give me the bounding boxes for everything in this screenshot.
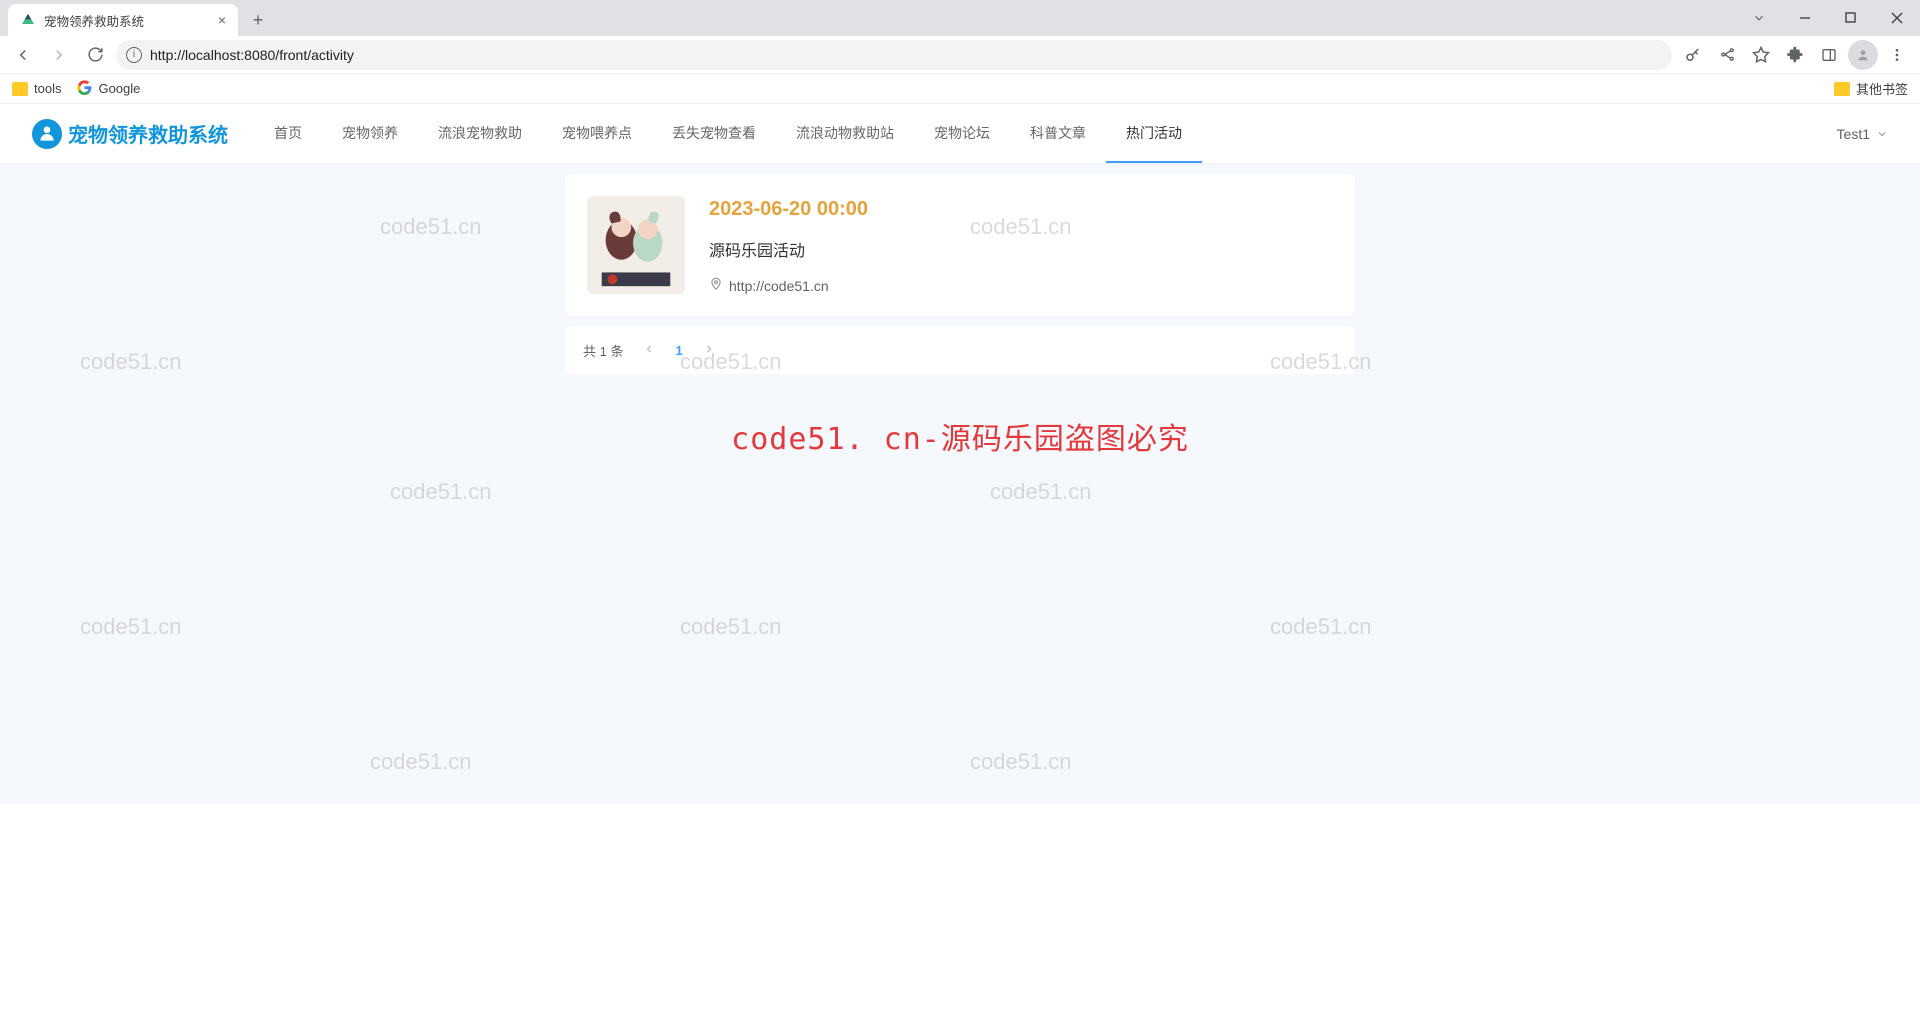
window-minimize-icon[interactable] <box>1782 2 1828 34</box>
activity-date: 2023-06-20 00:00 <box>709 198 1333 221</box>
bookmark-star-icon[interactable] <box>1746 40 1776 70</box>
nav-home[interactable]: 首页 <box>254 104 322 163</box>
main-nav: 首页 宠物领养 流浪宠物救助 宠物喂养点 丢失宠物查看 流浪动物救助站 宠物论坛… <box>254 104 1202 163</box>
password-key-icon[interactable] <box>1678 40 1708 70</box>
sidepanel-icon[interactable] <box>1814 40 1844 70</box>
pagination: 共 1 条 1 <box>565 326 1355 374</box>
nav-reload-icon[interactable] <box>80 40 110 70</box>
user-dropdown[interactable]: Test1 <box>1837 126 1888 142</box>
folder-icon <box>1834 82 1850 96</box>
tab-close-icon[interactable]: × <box>218 12 226 28</box>
nav-article[interactable]: 科普文章 <box>1010 104 1106 163</box>
logo-text: 宠物领养救助系统 <box>68 119 228 148</box>
activity-title: 源码乐园活动 <box>709 237 1333 261</box>
extensions-icon[interactable] <box>1780 40 1810 70</box>
site-header: 宠物领养救助系统 首页 宠物领养 流浪宠物救助 宠物喂养点 丢失宠物查看 流浪动… <box>0 104 1920 164</box>
tab-search-icon[interactable] <box>1736 2 1782 34</box>
bookmark-google[interactable]: Google <box>77 80 140 98</box>
activity-thumbnail <box>587 196 685 294</box>
location-pin-icon <box>709 277 723 294</box>
pagination-page-1[interactable]: 1 <box>675 343 682 358</box>
tab-title: 宠物领养救助系统 <box>44 11 144 30</box>
nav-feed-spot[interactable]: 宠物喂养点 <box>542 104 652 163</box>
logo-icon <box>32 119 62 149</box>
user-name: Test1 <box>1837 126 1870 142</box>
profile-avatar[interactable] <box>1848 40 1878 70</box>
site-info-icon[interactable]: i <box>126 47 142 63</box>
window-close-icon[interactable] <box>1874 2 1920 34</box>
google-icon <box>77 80 92 98</box>
nav-lost[interactable]: 丢失宠物查看 <box>652 104 776 163</box>
chrome-menu-icon[interactable] <box>1882 40 1912 70</box>
site-logo[interactable]: 宠物领养救助系统 <box>32 119 228 149</box>
pagination-prev[interactable] <box>637 343 661 358</box>
bookmark-other[interactable]: 其他书签 <box>1834 79 1908 98</box>
url-bar[interactable]: i http://localhost:8080/front/activity <box>116 40 1672 70</box>
url-text: http://localhost:8080/front/activity <box>150 47 354 63</box>
bookmark-tools[interactable]: tools <box>12 81 61 96</box>
window-maximize-icon[interactable] <box>1828 2 1874 34</box>
activity-card[interactable]: 2023-06-20 00:00 源码乐园活动 http://code51.cn <box>565 174 1355 316</box>
nav-forum[interactable]: 宠物论坛 <box>914 104 1010 163</box>
nav-back-icon[interactable] <box>8 40 38 70</box>
new-tab-button[interactable]: + <box>244 6 272 34</box>
nav-adopt[interactable]: 宠物领养 <box>322 104 418 163</box>
chevron-down-icon <box>1876 128 1888 140</box>
nav-rescue[interactable]: 流浪宠物救助 <box>418 104 542 163</box>
nav-station[interactable]: 流浪动物救助站 <box>776 104 914 163</box>
pagination-next[interactable] <box>697 343 721 358</box>
nav-activity[interactable]: 热门活动 <box>1106 104 1202 163</box>
pagination-total: 共 1 条 <box>583 341 623 360</box>
tab-favicon <box>20 12 36 28</box>
nav-forward-icon <box>44 40 74 70</box>
share-icon[interactable] <box>1712 40 1742 70</box>
activity-location: http://code51.cn <box>709 277 1333 294</box>
folder-icon <box>12 82 28 96</box>
browser-tab[interactable]: 宠物领养救助系统 × <box>8 4 238 36</box>
